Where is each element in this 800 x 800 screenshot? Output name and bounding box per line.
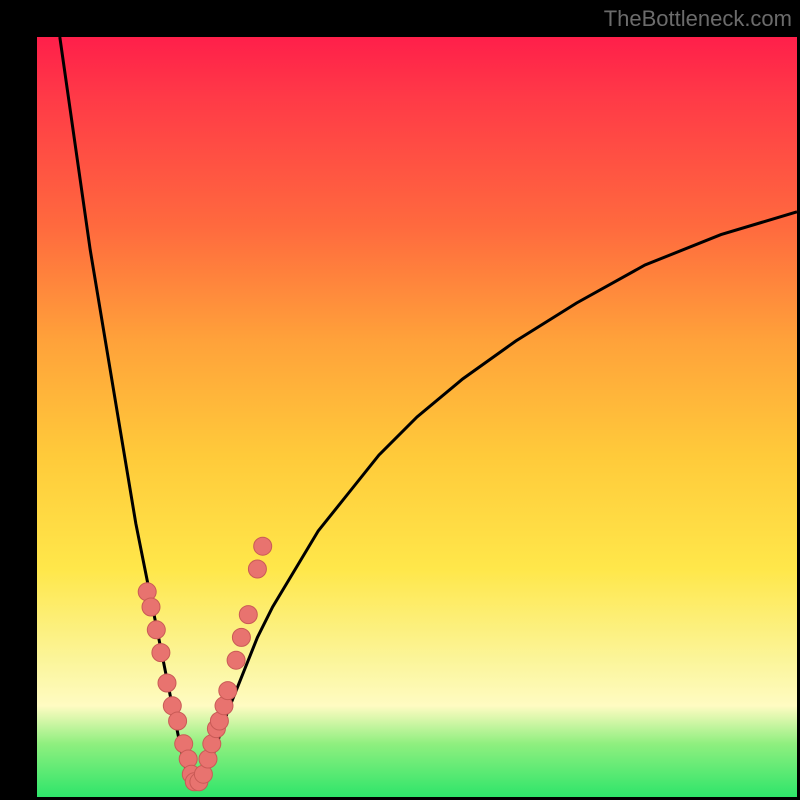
watermark-text: TheBottleneck.com (604, 6, 792, 32)
highlight-dot (248, 560, 266, 578)
highlight-dot (147, 621, 165, 639)
highlight-dot (169, 712, 187, 730)
highlight-dot (227, 651, 245, 669)
highlight-dot (142, 598, 160, 616)
highlight-dot (239, 606, 257, 624)
highlight-dot (152, 644, 170, 662)
outer-frame: TheBottleneck.com (0, 0, 800, 800)
curve-left (60, 37, 189, 782)
chart-svg (37, 37, 797, 797)
highlight-dot (232, 628, 250, 646)
plot-area (37, 37, 797, 797)
highlight-dot (158, 674, 176, 692)
curve-right (204, 212, 797, 782)
highlight-dot (254, 537, 272, 555)
highlight-dot (219, 682, 237, 700)
curve-group (60, 37, 797, 782)
dots-group (138, 537, 272, 791)
